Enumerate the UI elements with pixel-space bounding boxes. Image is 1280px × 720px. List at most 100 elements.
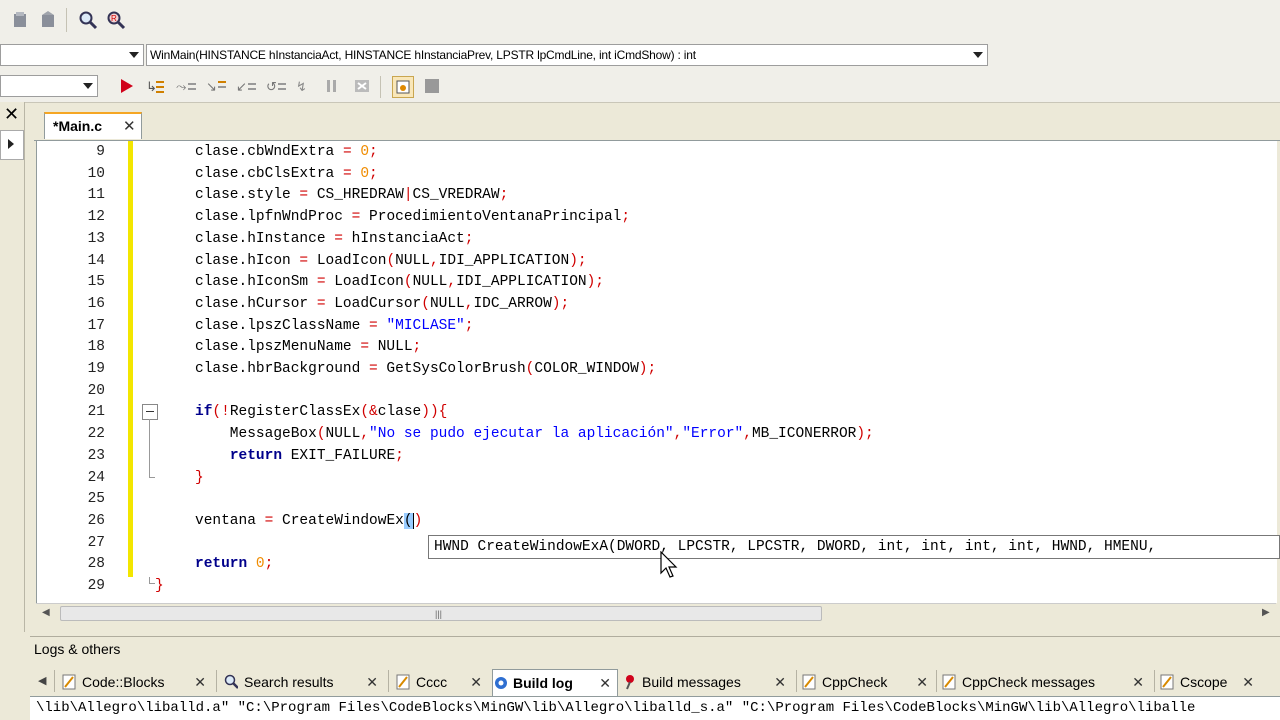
code-line[interactable]: MessageBox(NULL,"No se pudo ejecutar la … [195,426,874,442]
code-line[interactable]: clase.lpszMenuName = NULL; [195,339,421,355]
tab-cppcheck-messages[interactable]: CppCheck messages ✕ [942,669,1150,695]
step-out-icon[interactable]: ↺ [266,76,286,96]
tab-build-messages[interactable]: Build messages ✕ [622,669,792,695]
line-number: 29 [87,578,105,594]
debugger-toolbar: ↳ ⤳ ↘ ↙ ↺ ↯ [0,70,1280,103]
line-number: 26 [87,512,105,529]
various-info-icon[interactable] [422,76,442,96]
line-number: 11 [87,187,105,204]
close-icon[interactable]: ✕ [774,674,786,691]
line-number: 15 [87,274,105,291]
replace-icon[interactable]: R [106,10,126,30]
code-line[interactable]: clase.hCursor = LoadCursor(NULL,IDC_ARRO… [195,296,569,312]
line-number: 12 [87,209,105,226]
code-line[interactable]: return 0; [195,556,273,572]
find-icon[interactable] [78,10,98,30]
change-bar [128,141,133,577]
fold-line-end [149,477,155,478]
close-icon[interactable]: ✕ [599,675,611,692]
line-number: 14 [87,252,105,269]
code-line[interactable]: clase.cbWndExtra = 0; [195,144,378,160]
next-line-icon[interactable]: ⤳ [176,76,196,96]
line-number: 20 [87,382,105,399]
run-to-cursor-icon[interactable]: ↳ [146,76,166,96]
svg-text:⤳: ⤳ [176,80,187,95]
tab-separator [388,670,389,692]
tab-main-c[interactable]: *Main.c ✕ [44,112,142,139]
code-line[interactable]: clase.hIconSm = LoadIcon(NULL,IDI_APPLIC… [195,274,604,290]
code-line[interactable]: clase.hInstance = hInstanciaAct; [195,231,473,247]
line-number: 10 [87,165,105,182]
line-number: 25 [87,491,105,508]
pencil-icon [942,674,956,690]
toolbar-separator [66,8,67,32]
logs-panel-header: Logs & others [30,636,1280,661]
tabs-scroll-left-icon[interactable]: ◀ [38,674,46,687]
build-target-combo[interactable] [0,75,98,97]
scope-combo[interactable] [0,44,144,66]
panel-toggle[interactable] [0,130,24,160]
debug-run-icon[interactable] [116,76,136,96]
step-instruction-icon[interactable]: ↯ [294,76,314,96]
code-line[interactable]: clase.hbrBackground = GetSysColorBrush(C… [195,361,656,377]
grip-icon: ||| [435,609,443,619]
svg-text:↯: ↯ [296,80,307,95]
function-combo[interactable]: WinMain(HINSTANCE hInstanciaAct, HINSTAN… [146,44,988,66]
tab-label: *Main.c [53,118,103,134]
code-line[interactable]: if(!RegisterClassEx(&clase)){ [195,404,447,420]
step-into-icon[interactable]: ↙ [236,76,256,96]
editor-tab-bar: *Main.c ✕ [34,108,1280,141]
close-icon[interactable]: ✕ [916,674,928,691]
bookmark-icon[interactable] [10,10,30,30]
svg-text:↺: ↺ [266,80,277,95]
next-instruction-icon[interactable]: ↘ [206,76,226,96]
line-number: 23 [87,447,105,464]
tab-build-log[interactable]: Build log ✕ [492,669,618,696]
line-number: 21 [87,404,105,421]
code-line[interactable]: clase.style = CS_HREDRAW|CS_VREDRAW; [195,187,508,203]
close-icon[interactable]: ✕ [194,674,206,691]
stop-icon[interactable] [352,76,372,96]
tab-separator [1154,670,1155,692]
tab-separator [936,670,937,692]
code-line[interactable]: clase.hIcon = LoadIcon(NULL,IDI_APPLICAT… [195,253,587,269]
function-combo-value: WinMain(HINSTANCE hInstanciaAct, HINSTAN… [150,48,696,62]
close-icon[interactable]: ✕ [1132,674,1144,691]
editor-horizontal-scrollbar[interactable]: ◀ ||| ▶ [36,603,1276,622]
code-line[interactable]: clase.cbClsExtra = 0; [195,166,378,182]
tab-cppcheck[interactable]: CppCheck ✕ [802,669,934,695]
fold-line [149,419,150,477]
debugging-windows-icon[interactable] [392,76,414,98]
close-icon[interactable]: ✕ [123,117,136,135]
scroll-right-icon[interactable]: ▶ [1262,607,1270,618]
tab-label: Search results [244,674,334,690]
tab-label: CppCheck messages [962,674,1096,690]
pin-icon [626,675,634,690]
tab-separator [216,670,217,692]
tab-cscope[interactable]: Cscope ✕ [1160,669,1260,695]
code-line[interactable]: ventana = CreateWindowEx() [195,512,422,529]
tab-search-results[interactable]: Search results ✕ [224,669,384,695]
code-editor[interactable]: 9 clase.cbWndExtra = 0; 10 clase.cbClsExtra… [36,141,1277,603]
code-line[interactable]: } [155,578,164,594]
tab-cccc[interactable]: Cccc ✕ [396,669,488,695]
code-line[interactable]: } [195,470,204,486]
scroll-left-icon[interactable]: ◀ [42,607,50,618]
magnifier-icon [224,674,238,689]
tab-code-blocks[interactable]: Code::Blocks ✕ [62,669,212,695]
line-number: 22 [87,426,105,443]
code-line[interactable]: clase.lpfnWndProc = ProcedimientoVentana… [195,209,630,225]
code-line[interactable]: clase.lpszClassName = "MICLASE"; [195,318,473,334]
code-line[interactable]: return EXIT_FAILURE; [195,448,404,464]
bookmark-prev-icon[interactable] [38,10,58,30]
svg-text:↘: ↘ [206,80,217,95]
close-icon[interactable]: ✕ [1242,674,1254,691]
scroll-thumb[interactable]: ||| [60,606,822,621]
close-icon[interactable]: ✕ [470,674,482,691]
close-icon[interactable]: ✕ [4,104,19,125]
close-icon[interactable]: ✕ [366,674,378,691]
calltip-tooltip: HWND CreateWindowExA(DWORD, LPCSTR, LPCS… [428,535,1280,559]
pause-icon[interactable] [322,76,342,96]
fold-toggle-icon[interactable] [142,404,158,420]
tab-label: Cccc [416,674,448,690]
